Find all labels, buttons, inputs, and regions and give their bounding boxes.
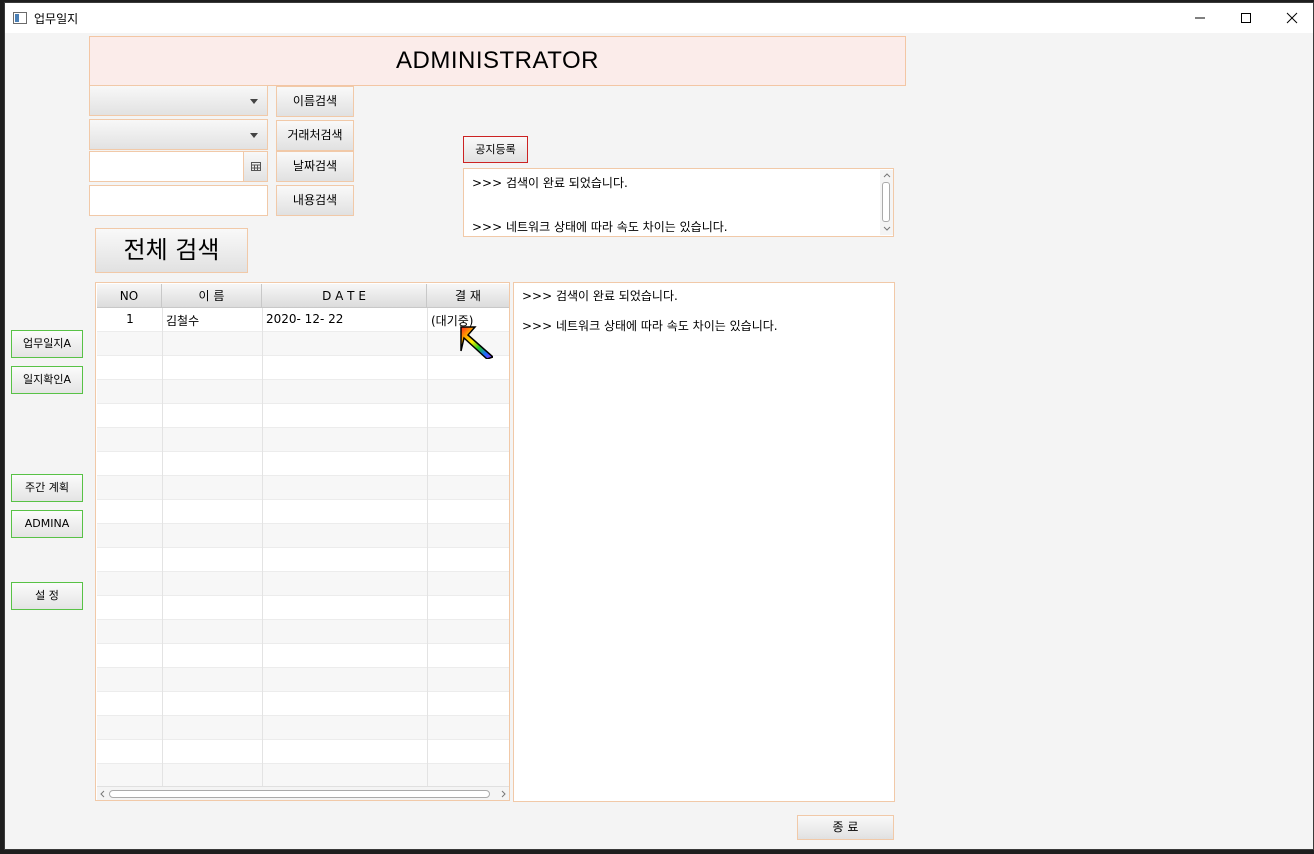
column-header-no[interactable]: NO: [97, 284, 162, 308]
app-window: 업무일지 ADMINISTRATOR 이름검색 거래처검색 날짜검색 내용검색 …: [4, 2, 1314, 850]
sidebar-item-log-check[interactable]: 일지확인A: [11, 366, 83, 394]
log-line: >>> 검색이 완료 되었습니다.: [522, 289, 678, 303]
app-icon: [13, 12, 27, 24]
table-row[interactable]: [97, 668, 509, 692]
table-row[interactable]: [97, 572, 509, 596]
maximize-button[interactable]: [1223, 3, 1269, 33]
scroll-down-icon: [883, 226, 891, 231]
column-header-name[interactable]: 이 름: [162, 284, 262, 308]
window-title: 업무일지: [34, 12, 79, 26]
content-search-button[interactable]: 내용검색: [276, 185, 354, 216]
table-row[interactable]: [97, 404, 509, 428]
scroll-left-icon: [100, 790, 105, 798]
close-icon: [1286, 12, 1298, 24]
content-field[interactable]: [89, 185, 268, 216]
notice-scrollbar[interactable]: [880, 170, 893, 235]
sidebar-item-work-log[interactable]: 업무일지A: [11, 330, 83, 358]
cell-date: 2020- 12- 22: [266, 312, 344, 326]
log-text-area[interactable]: >>> 검색이 완료 되었습니다. >>> 네트워크 상태에 따라 속도 차이는…: [513, 282, 895, 802]
table-row[interactable]: [97, 500, 509, 524]
log-line: >>> 네트워크 상태에 따라 속도 차이는 있습니다.: [522, 319, 778, 333]
calendar-button[interactable]: [243, 152, 267, 181]
name-combo[interactable]: [89, 85, 268, 116]
table-row[interactable]: [97, 716, 509, 740]
column-divider: [262, 308, 263, 786]
notice-line: >>> 네트워크 상태에 따라 속도 차이는 있습니다.: [472, 220, 728, 234]
table-row[interactable]: [97, 596, 509, 620]
scroll-right-icon: [501, 790, 506, 798]
table-row[interactable]: 1 김철수 2020- 12- 22 (대기중): [97, 308, 509, 332]
page-title: ADMINISTRATOR: [89, 36, 906, 86]
notice-text-area[interactable]: >>> 검색이 완료 되었습니다. >>> 네트워크 상태에 따라 속도 차이는…: [463, 168, 894, 237]
chevron-down-icon: [250, 99, 258, 104]
scroll-thumb[interactable]: [882, 182, 890, 222]
table-row[interactable]: [97, 524, 509, 548]
table-row[interactable]: [97, 332, 509, 356]
chevron-down-icon: [250, 133, 258, 138]
client-combo[interactable]: [89, 119, 268, 150]
column-divider: [162, 308, 163, 786]
sidebar-item-weekly-plan[interactable]: 주간 계획: [11, 474, 83, 502]
table-row[interactable]: [97, 692, 509, 716]
table-row[interactable]: [97, 356, 509, 380]
cell-name: 김철수: [166, 314, 200, 328]
date-picker[interactable]: [89, 151, 268, 182]
table-row[interactable]: [97, 644, 509, 668]
scroll-thumb[interactable]: [109, 790, 490, 798]
maximize-icon: [1241, 13, 1251, 23]
notice-register-button[interactable]: 공지등록: [463, 136, 528, 163]
calendar-icon: [251, 162, 261, 171]
column-divider: [427, 308, 428, 786]
cell-no: 1: [126, 312, 134, 326]
table-row[interactable]: [97, 548, 509, 572]
scroll-up-icon: [883, 173, 891, 178]
table-row[interactable]: [97, 620, 509, 644]
sidebar-item-settings[interactable]: 설 정: [11, 582, 83, 610]
column-header-date[interactable]: D A T E: [262, 284, 427, 308]
table-row[interactable]: [97, 428, 509, 452]
minimize-icon: [1195, 17, 1205, 19]
table-row[interactable]: [97, 476, 509, 500]
date-search-button[interactable]: 날짜검색: [276, 151, 354, 182]
notice-line: >>> 검색이 완료 되었습니다.: [472, 176, 628, 190]
table-hscrollbar[interactable]: [97, 786, 509, 800]
results-table[interactable]: NO 이 름 D A T E 결 재 1 김철수 2020- 12- 22 (대기중): [95, 282, 510, 801]
sidebar-item-admin[interactable]: ADMINA: [11, 510, 83, 538]
table-row[interactable]: [97, 452, 509, 476]
table-row[interactable]: [97, 764, 509, 788]
column-header-approval[interactable]: 결 재: [427, 284, 509, 308]
name-search-button[interactable]: 이름검색: [276, 86, 354, 117]
mouse-cursor-icon: [460, 326, 493, 359]
exit-button[interactable]: 종 료: [797, 815, 894, 840]
minimize-button[interactable]: [1177, 3, 1223, 33]
close-button[interactable]: [1269, 3, 1313, 33]
search-all-button[interactable]: 전체 검색: [95, 228, 248, 273]
title-bar: 업무일지: [5, 3, 1313, 33]
client-search-button[interactable]: 거래처검색: [276, 120, 354, 151]
table-row[interactable]: [97, 740, 509, 764]
table-row[interactable]: [97, 380, 509, 404]
